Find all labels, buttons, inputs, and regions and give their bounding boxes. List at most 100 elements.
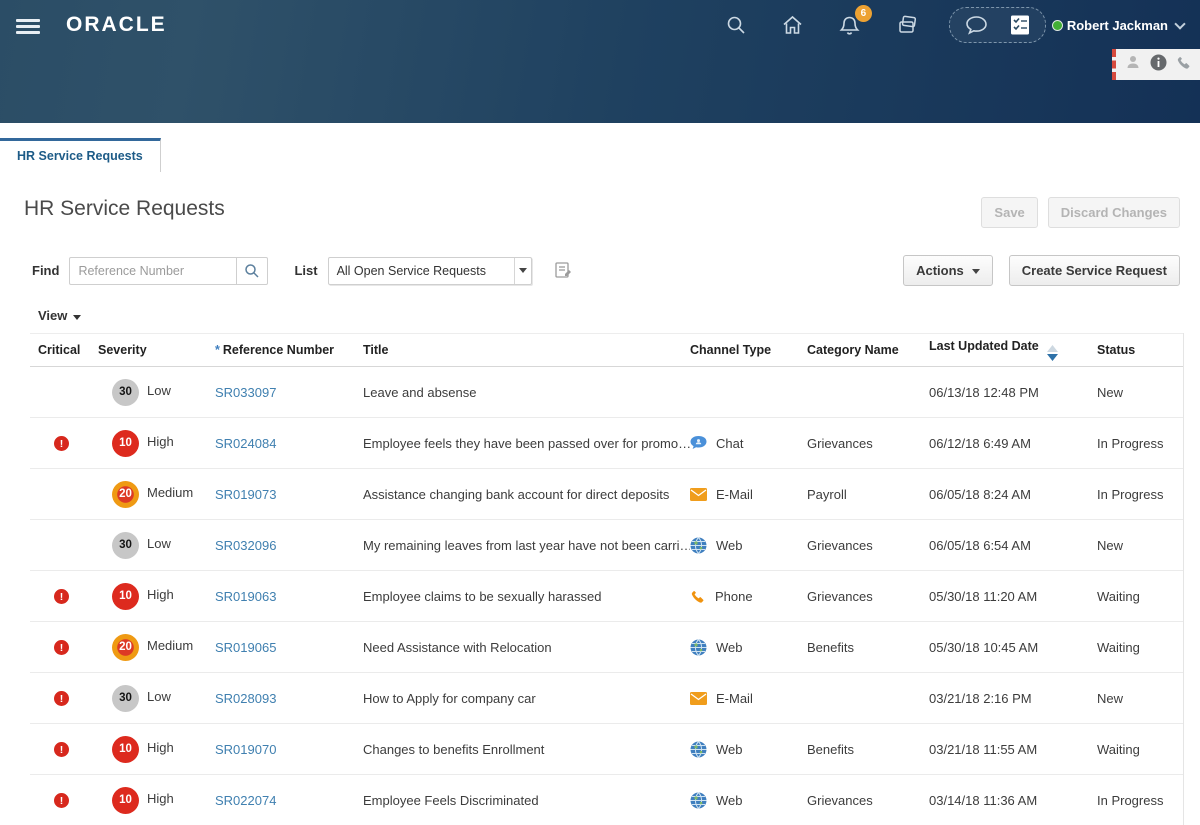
- actions-menu-button[interactable]: Actions: [903, 255, 993, 286]
- find-search-button[interactable]: [237, 257, 268, 285]
- sort-descending-icon[interactable]: [1047, 354, 1058, 361]
- table-row[interactable]: ! 30LowSR028093 How to Apply for company c…: [30, 673, 1183, 724]
- list-select[interactable]: All Open Service Requests: [328, 257, 532, 285]
- phone-icon[interactable]: [1176, 54, 1192, 75]
- save-button[interactable]: Save: [981, 197, 1037, 228]
- severity-badge: 30: [112, 685, 139, 712]
- channel-label: Web: [716, 538, 743, 553]
- home-icon[interactable]: [781, 14, 804, 36]
- table-row[interactable]: !10HighSR022074Employee Feels Discrimina…: [30, 775, 1183, 825]
- notification-badge: 6: [855, 5, 872, 22]
- reference-link[interactable]: SR032096: [215, 538, 276, 553]
- contact-toolbar: [1112, 49, 1200, 80]
- find-input[interactable]: [69, 257, 237, 285]
- documents-icon[interactable]: [895, 14, 919, 36]
- channel-label: Web: [716, 640, 743, 655]
- discard-changes-button[interactable]: Discard Changes: [1048, 197, 1180, 228]
- severity-label: High: [147, 740, 174, 755]
- status-cell: In Progress: [1097, 487, 1183, 502]
- last-updated-cell: 06/05/18 8:24 AM: [929, 487, 1097, 502]
- status-cell: Waiting: [1097, 742, 1183, 757]
- severity-cell: 30Low: [98, 685, 215, 712]
- channel-cell: E-Mail: [690, 691, 807, 706]
- caret-down-icon: [972, 269, 980, 274]
- severity-badge: 20: [112, 634, 139, 661]
- reference-cell: SR019063: [215, 589, 363, 604]
- status-cell: In Progress: [1097, 793, 1183, 808]
- title-cell: Need Assistance with Relocation: [363, 640, 690, 655]
- severity-cell: 10High: [98, 583, 215, 610]
- table-row[interactable]: 30LowSR032096My remaining leaves from la…: [30, 520, 1183, 571]
- channel-label: Web: [716, 742, 743, 757]
- reference-link[interactable]: SR019065: [215, 640, 276, 655]
- column-header-reference-number[interactable]: *Reference Number: [215, 343, 363, 357]
- table-row[interactable]: 20MediumSR019073Assistance changing bank…: [30, 469, 1183, 520]
- reference-link[interactable]: SR028093: [215, 691, 276, 706]
- critical-icon: !: [54, 691, 69, 706]
- reference-link[interactable]: SR019063: [215, 589, 276, 604]
- reference-link[interactable]: SR019070: [215, 742, 276, 757]
- tab-hr-service-requests[interactable]: HR Service Requests: [0, 138, 161, 172]
- reference-cell: SR019073: [215, 487, 363, 502]
- channel-cell: E-Mail: [690, 487, 807, 502]
- web-channel-icon: [690, 741, 707, 758]
- title-cell: Employee Feels Discriminated: [363, 793, 690, 808]
- email-channel-icon: [690, 692, 707, 705]
- severity-label: High: [147, 434, 174, 449]
- person-icon[interactable]: [1125, 54, 1141, 75]
- severity-badge: 30: [112, 379, 139, 406]
- manage-lists-icon[interactable]: [554, 261, 573, 280]
- sort-ascending-icon[interactable]: [1047, 345, 1058, 352]
- reference-link[interactable]: SR033097: [215, 385, 276, 400]
- title-cell: My remaining leaves from last year have …: [363, 538, 690, 553]
- chat-icon[interactable]: [964, 14, 989, 36]
- critical-cell: !: [30, 741, 98, 758]
- email-channel-icon: [690, 488, 707, 501]
- user-menu[interactable]: Robert Jackman: [1052, 18, 1184, 33]
- table-row[interactable]: !20MediumSR019065Need Assistance with Re…: [30, 622, 1183, 673]
- search-icon[interactable]: [725, 14, 747, 36]
- title-cell: How to Apply for company car: [363, 691, 690, 706]
- title-cell: Employee feels they have been passed ove…: [363, 436, 690, 451]
- status-cell: Waiting: [1097, 589, 1183, 604]
- title-cell: Employee claims to be sexually harassed: [363, 589, 690, 604]
- page-title: HR Service Requests: [24, 197, 225, 221]
- reference-link[interactable]: SR024084: [215, 436, 276, 451]
- find-label: Find: [32, 263, 59, 278]
- status-cell: New: [1097, 691, 1183, 706]
- column-header-channel-type[interactable]: Channel Type: [690, 343, 807, 357]
- reference-cell: SR019065: [215, 640, 363, 655]
- column-header-last-updated-date[interactable]: Last Updated Date: [929, 339, 1097, 361]
- table-row[interactable]: !10HighSR019070Changes to benefits Enrol…: [30, 724, 1183, 775]
- notifications-bell-icon[interactable]: 6: [838, 14, 861, 37]
- menu-icon[interactable]: [16, 16, 40, 37]
- user-name: Robert Jackman: [1067, 18, 1168, 33]
- top-header: ORACLE 6: [0, 0, 1200, 123]
- last-updated-cell: 06/05/18 6:54 AM: [929, 538, 1097, 553]
- column-header-status[interactable]: Status: [1097, 343, 1183, 357]
- category-cell: Grievances: [807, 538, 929, 553]
- chat-channel-icon: [690, 436, 707, 451]
- table-row[interactable]: !10HighSR024084Employee feels they have …: [30, 418, 1183, 469]
- create-service-request-button[interactable]: Create Service Request: [1009, 255, 1180, 286]
- reference-link[interactable]: SR022074: [215, 793, 276, 808]
- view-menu[interactable]: View: [38, 308, 81, 323]
- table-body: 30LowSR033097Leave and absense06/13/18 1…: [30, 367, 1183, 825]
- reference-link[interactable]: SR019073: [215, 487, 276, 502]
- required-marker: *: [215, 343, 220, 357]
- severity-badge: 10: [112, 787, 139, 814]
- last-updated-cell: 03/21/18 11:55 AM: [929, 742, 1097, 757]
- table-row[interactable]: 30LowSR033097Leave and absense06/13/18 1…: [30, 367, 1183, 418]
- channel-cell: Web: [690, 537, 807, 554]
- tasks-checklist-icon[interactable]: [1009, 14, 1031, 36]
- reference-cell: SR032096: [215, 538, 363, 553]
- severity-label: Low: [147, 536, 171, 551]
- table-row[interactable]: !10HighSR019063 Employee claims to be sex…: [30, 571, 1183, 622]
- column-header-critical[interactable]: Critical: [30, 343, 98, 357]
- status-cell: New: [1097, 538, 1183, 553]
- column-header-category-name[interactable]: Category Name: [807, 343, 929, 357]
- column-header-severity[interactable]: Severity: [98, 343, 215, 357]
- critical-cell: !: [30, 588, 98, 605]
- info-icon[interactable]: [1150, 54, 1167, 76]
- column-header-title[interactable]: Title: [363, 343, 690, 357]
